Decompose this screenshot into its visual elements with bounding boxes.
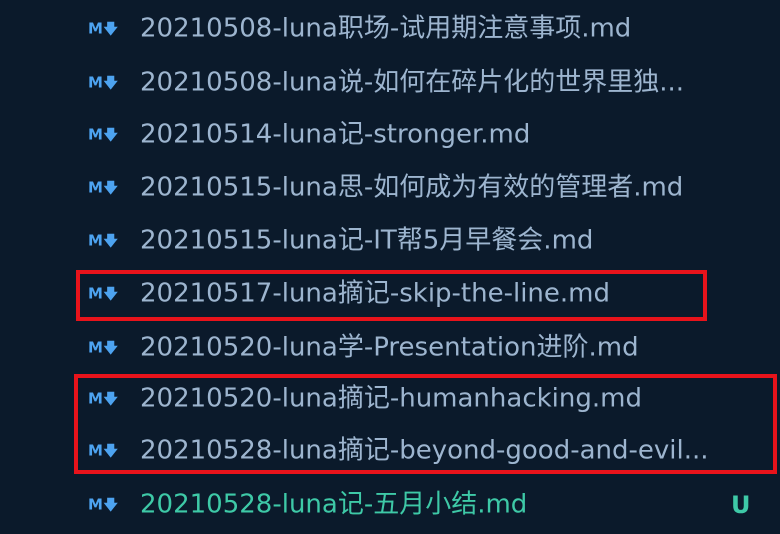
file-row[interactable]: M🡇 20210528-luna记-五月小结.md U xyxy=(0,478,780,531)
file-explorer: M🡇 20210508-luna职场-试用期注意事项.md M🡇 2021050… xyxy=(0,0,780,534)
markdown-file-icon: M🡇 xyxy=(88,73,118,91)
markdown-file-icon: M🡇 xyxy=(88,231,118,249)
file-row[interactable]: M🡇 20210508-luna职场-试用期注意事项.md xyxy=(0,2,780,55)
file-name: 20210528-luna摘记-beyond-good-and-evil... xyxy=(140,434,709,465)
markdown-file-icon: M🡇 xyxy=(88,495,118,513)
file-row[interactable]: M🡇 20210508-luna说-如何在碎片化的世界里独... xyxy=(0,56,780,109)
git-untracked-badge: U xyxy=(731,490,751,519)
file-row[interactable]: M🡇 20210517-luna摘记-skip-the-line.md xyxy=(0,267,780,320)
file-name: 20210508-luna职场-试用期注意事项.md xyxy=(140,12,632,43)
file-name: 20210528-luna记-五月小结.md xyxy=(140,488,528,519)
markdown-file-icon: M🡇 xyxy=(88,338,118,356)
markdown-file-icon: M🡇 xyxy=(88,441,118,459)
file-name: 20210520-luna学-Presentation进阶.md xyxy=(140,331,639,362)
file-name: 20210515-luna记-IT帮5月早餐会.md xyxy=(140,224,594,255)
file-name: 20210514-luna记-stronger.md xyxy=(140,118,531,149)
file-name: 20210517-luna摘记-skip-the-line.md xyxy=(140,277,610,308)
markdown-file-icon: M🡇 xyxy=(88,389,118,407)
file-row[interactable]: M🡇 20210520-luna摘记-humanhacking.md xyxy=(0,372,780,425)
file-name: 20210520-luna摘记-humanhacking.md xyxy=(140,382,642,413)
file-row[interactable]: M🡇 20210515-luna思-如何成为有效的管理者.md xyxy=(0,161,780,214)
file-name: 20210508-luna说-如何在碎片化的世界里独... xyxy=(140,66,685,97)
file-row[interactable]: M🡇 20210528-luna摘记-beyond-good-and-evil.… xyxy=(0,424,780,477)
file-name: 20210515-luna思-如何成为有效的管理者.md xyxy=(140,171,684,202)
file-row[interactable]: M🡇 20210514-luna记-stronger.md xyxy=(0,108,780,161)
markdown-file-icon: M🡇 xyxy=(88,19,118,37)
file-row[interactable]: M🡇 20210515-luna记-IT帮5月早餐会.md xyxy=(0,214,780,267)
markdown-file-icon: M🡇 xyxy=(88,178,118,196)
markdown-file-icon: M🡇 xyxy=(88,125,118,143)
markdown-file-icon: M🡇 xyxy=(88,284,118,302)
file-row[interactable]: M🡇 20210520-luna学-Presentation进阶.md xyxy=(0,321,780,374)
